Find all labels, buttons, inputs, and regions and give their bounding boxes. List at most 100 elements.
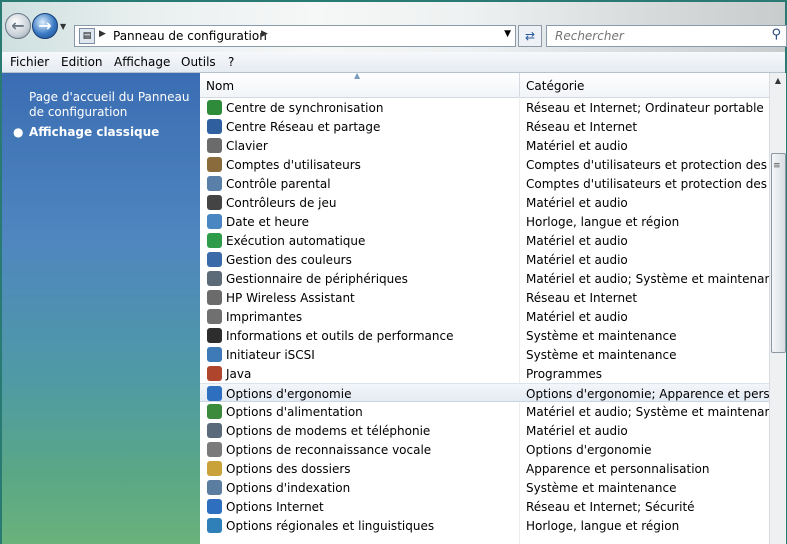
folder-options-icon bbox=[207, 461, 222, 476]
address-bar[interactable]: ▤ ▶ Panneau de configuration ▶ ▼ bbox=[74, 25, 516, 47]
list-item[interactable]: Options Internet Réseau et Internet; Sécu… bbox=[200, 497, 769, 516]
list-item[interactable]: Options régionales et linguistiques Horlo… bbox=[200, 516, 769, 535]
back-arrow-icon: ← bbox=[11, 16, 25, 35]
item-name: Centre de synchronisation bbox=[226, 101, 384, 115]
item-category: Apparence et personnalisation bbox=[526, 462, 710, 476]
scroll-up-icon[interactable]: ▲ bbox=[770, 73, 786, 89]
search-icon[interactable]: ⚲ bbox=[771, 27, 781, 42]
power-icon bbox=[207, 404, 222, 419]
address-path[interactable]: Panneau de configuration bbox=[113, 29, 267, 43]
phone-icon bbox=[207, 423, 222, 438]
microphone-icon bbox=[207, 442, 222, 457]
breadcrumb-chevron-icon[interactable]: ▶ bbox=[99, 29, 106, 39]
task-pane: Page d'accueil du Panneau de configurati… bbox=[2, 73, 200, 544]
list-item[interactable]: Centre Réseau et partage Réseau et Intern… bbox=[200, 117, 769, 136]
item-name: Options Internet bbox=[226, 500, 324, 514]
item-category: Réseau et Internet bbox=[526, 291, 638, 305]
navigation-bar: ← → ▼ ▤ ▶ Panneau de configuration ▶ ▼ ⇄… bbox=[2, 2, 787, 52]
list-item[interactable]: Options d'ergonomie Options d'ergonomie; … bbox=[200, 383, 769, 402]
item-category: Réseau et Internet; Ordinateur portable bbox=[526, 101, 764, 115]
address-dropdown-icon[interactable]: ▼ bbox=[504, 29, 511, 39]
performance-icon bbox=[207, 328, 222, 343]
item-category: Réseau et Internet bbox=[526, 120, 638, 134]
list-item[interactable]: Centre de synchronisation Réseau et Inter… bbox=[200, 98, 769, 117]
internet-icon bbox=[207, 499, 222, 514]
list-item[interactable]: Options d'alimentation Matériel et audio;… bbox=[200, 402, 769, 421]
item-name: Initiateur iSCSI bbox=[226, 348, 315, 362]
clock-icon bbox=[207, 214, 222, 229]
item-category: Horloge, langue et région bbox=[526, 215, 680, 229]
list-item[interactable]: Gestion des couleurs Matériel et audio bbox=[200, 250, 769, 269]
item-name: Options d'indexation bbox=[226, 481, 351, 495]
devices-icon bbox=[207, 271, 222, 286]
indexing-icon bbox=[207, 480, 222, 495]
item-category: Matériel et audio bbox=[526, 253, 628, 267]
list-item[interactable]: Options de modems et téléphonie Matériel … bbox=[200, 421, 769, 440]
item-name: HP Wireless Assistant bbox=[226, 291, 355, 305]
breadcrumb-chevron-icon[interactable]: ▶ bbox=[261, 29, 268, 39]
forward-button[interactable]: → bbox=[32, 13, 58, 39]
classic-view-link[interactable]: Affichage classique bbox=[29, 125, 159, 139]
list-item[interactable]: HP Wireless Assistant Réseau et Internet bbox=[200, 288, 769, 307]
list-item[interactable]: Initiateur iSCSI Système et maintenance bbox=[200, 345, 769, 364]
list-item[interactable]: Contrôle parental Comptes d'utilisateurs … bbox=[200, 174, 769, 193]
list-item[interactable]: Clavier Matériel et audio bbox=[200, 136, 769, 155]
item-name: Gestionnaire de périphériques bbox=[226, 272, 408, 286]
menu-outils[interactable]: Outils bbox=[181, 55, 216, 69]
gamepad-icon bbox=[207, 195, 222, 210]
item-category: Options d'ergonomie bbox=[526, 443, 652, 457]
users-icon bbox=[207, 157, 222, 172]
list-item[interactable]: Java Programmes bbox=[200, 364, 769, 383]
column-divider[interactable] bbox=[519, 73, 520, 97]
item-name: Centre Réseau et partage bbox=[226, 120, 381, 134]
item-category: Programmes bbox=[526, 367, 602, 381]
list-item[interactable]: Options de reconnaissance vocale Options … bbox=[200, 440, 769, 459]
recent-pages-dropdown-icon[interactable]: ▼ bbox=[60, 22, 66, 31]
item-name: Clavier bbox=[226, 139, 268, 153]
item-name: Contrôleurs de jeu bbox=[226, 196, 337, 210]
menu-affichage[interactable]: Affichage bbox=[114, 55, 170, 69]
list-item[interactable]: Imprimantes Matériel et audio bbox=[200, 307, 769, 326]
item-name: Options des dossiers bbox=[226, 462, 351, 476]
list-item[interactable]: Contrôleurs de jeu Matériel et audio bbox=[200, 193, 769, 212]
vertical-scrollbar[interactable]: ▲ ≡ bbox=[769, 73, 786, 544]
refresh-button[interactable]: ⇄ bbox=[518, 25, 542, 47]
item-category: Options d'ergonomie; Apparence et person… bbox=[526, 387, 769, 401]
item-name: Options de modems et téléphonie bbox=[226, 424, 431, 438]
column-header-category[interactable]: Catégorie bbox=[526, 79, 584, 93]
item-name: Options régionales et linguistiques bbox=[226, 519, 435, 533]
autoplay-icon bbox=[207, 233, 222, 248]
search-input[interactable] bbox=[553, 26, 757, 46]
item-category: Système et maintenance bbox=[526, 481, 677, 495]
scroll-grip-icon: ≡ bbox=[773, 161, 781, 171]
column-header-name[interactable]: Nom bbox=[206, 79, 234, 93]
list-item[interactable]: Options des dossiers Apparence et personn… bbox=[200, 459, 769, 478]
list-item[interactable]: Date et heure Horloge, langue et région bbox=[200, 212, 769, 231]
menu-help[interactable]: ? bbox=[228, 55, 234, 69]
keyboard-icon bbox=[207, 138, 222, 153]
menu-fichier[interactable]: Fichier bbox=[10, 55, 49, 69]
item-category: Matériel et audio bbox=[526, 196, 628, 210]
items-list: ▲ Nom Catégorie Centre de synchronisatio… bbox=[200, 73, 769, 544]
list-item[interactable]: Comptes d'utilisateurs Comptes d'utilisat… bbox=[200, 155, 769, 174]
back-button[interactable]: ← bbox=[5, 13, 31, 39]
list-item[interactable]: Informations et outils de performance Sys… bbox=[200, 326, 769, 345]
list-item[interactable]: Gestionnaire de périphériques Matériel et… bbox=[200, 269, 769, 288]
item-category: Matériel et audio; Système et maintenanc… bbox=[526, 405, 769, 419]
wireless-icon bbox=[207, 290, 222, 305]
network-icon bbox=[207, 119, 222, 134]
menu-edition[interactable]: Edition bbox=[61, 55, 103, 69]
item-category: Matériel et audio bbox=[526, 139, 628, 153]
search-box[interactable]: ⚲ bbox=[546, 25, 787, 47]
scroll-thumb[interactable] bbox=[771, 153, 786, 353]
item-name: Contrôle parental bbox=[226, 177, 331, 191]
control-panel-window: ← → ▼ ▤ ▶ Panneau de configuration ▶ ▼ ⇄… bbox=[0, 0, 787, 544]
list-item[interactable]: Exécution automatique Matériel et audio bbox=[200, 231, 769, 250]
item-name: Imprimantes bbox=[226, 310, 303, 324]
list-item[interactable]: Options d'indexation Système et maintenan… bbox=[200, 478, 769, 497]
monitor-icon bbox=[207, 252, 222, 267]
menu-bar: Fichier Edition Affichage Outils ? bbox=[2, 52, 785, 73]
item-category: Comptes d'utilisateurs et protection des… bbox=[526, 177, 769, 191]
control-panel-home-link[interactable]: Page d'accueil du Panneau de configurati… bbox=[29, 90, 194, 120]
item-name: Date et heure bbox=[226, 215, 310, 229]
